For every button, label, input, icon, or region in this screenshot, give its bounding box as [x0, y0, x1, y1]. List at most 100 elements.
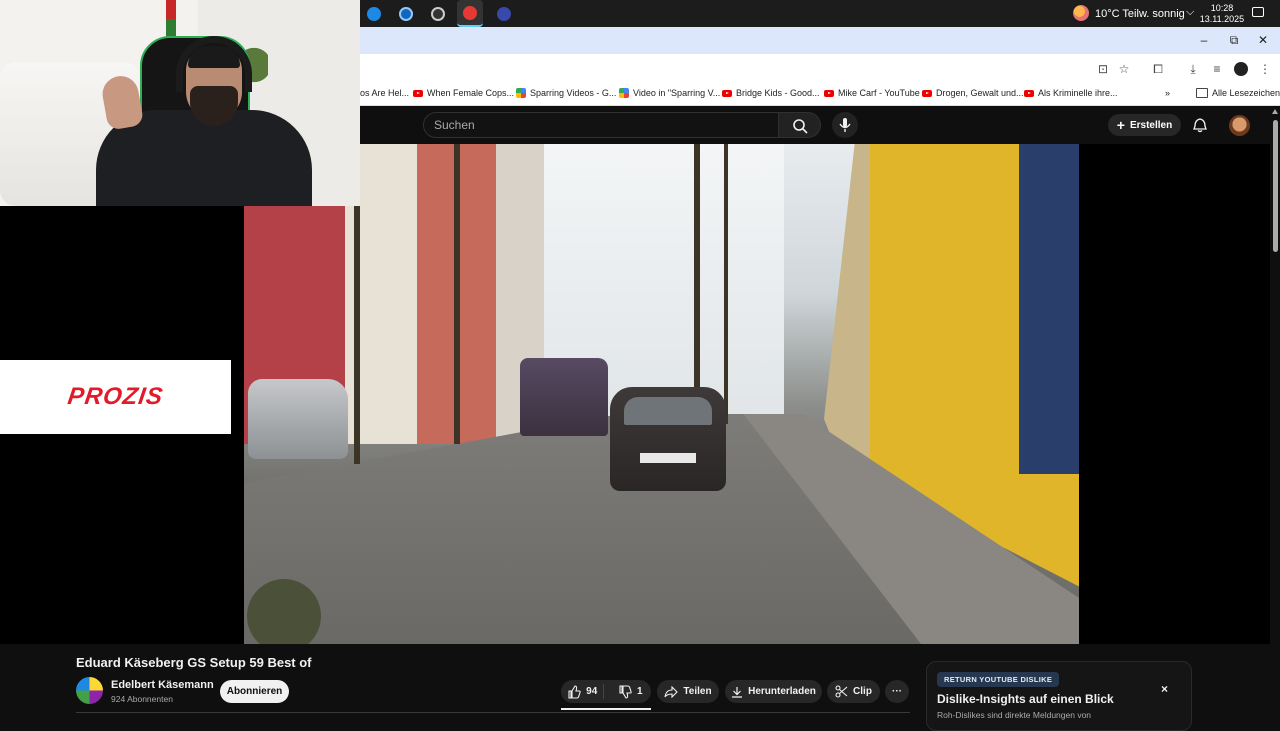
- bookmark-item[interactable]: Sparring Videos - G...: [516, 88, 616, 98]
- menu-icon[interactable]: ⋮: [1258, 62, 1272, 76]
- video-frame[interactable]: [244, 144, 1079, 644]
- sponsor-logo: PROZIS: [66, 383, 166, 410]
- youtube-header: Suchen + Erstellen: [360, 106, 1280, 144]
- return-youtube-dislike-panel: RETURN YOUTUBE DISLIKE Dislike-Insights …: [926, 661, 1192, 731]
- channel-name[interactable]: Edelbert Käsemann: [111, 679, 214, 691]
- bookmark-item[interactable]: Als Kriminelle ihre...: [1024, 88, 1118, 98]
- user-avatar[interactable]: [1229, 115, 1250, 136]
- bookmark-label: Mike Carf - YouTube: [838, 88, 920, 98]
- bookmarks-bar: os Are Hel... When Female Cops... Sparri…: [360, 84, 1280, 106]
- like-button[interactable]: 94: [561, 684, 605, 699]
- page-scrollbar[interactable]: [1270, 106, 1280, 720]
- youtube-icon: [722, 89, 732, 97]
- sponsor-logo-box: PROZIS: [0, 360, 231, 434]
- search-button[interactable]: [779, 112, 821, 138]
- channel-avatar[interactable]: [76, 677, 103, 704]
- more-actions-button[interactable]: ···: [885, 680, 909, 703]
- bookmarks-overflow-icon[interactable]: »: [1165, 88, 1170, 98]
- bookmark-item[interactable]: os Are Hel...: [360, 88, 409, 98]
- clip-button[interactable]: Clip: [827, 680, 880, 703]
- ccleaner-app-icon[interactable]: [396, 4, 416, 24]
- video-scene-bush: [244, 574, 344, 644]
- restore-icon[interactable]: ⧉: [1224, 32, 1244, 48]
- video-title: Eduard Käseberg GS Setup 59 Best of: [76, 655, 312, 670]
- dislike-button[interactable]: 1: [609, 684, 651, 699]
- youtube-icon: [922, 89, 932, 97]
- chevron-up-icon[interactable]: ⌵: [1186, 6, 1194, 19]
- browser-titlebar: – ⧉ ✕: [360, 27, 1280, 54]
- clock-time[interactable]: 10:28: [1205, 3, 1239, 13]
- ryd-badge: RETURN YOUTUBE DISLIKE: [937, 672, 1060, 687]
- weather-text[interactable]: 10°C Teilw. sonnig: [1095, 8, 1185, 20]
- bookmark-label: Video in "Sparring V...: [633, 88, 721, 98]
- pinwheel-icon: [516, 88, 526, 98]
- video-scene-tree: [724, 144, 728, 424]
- extensions-icon[interactable]: ⧠: [1151, 62, 1165, 76]
- create-button[interactable]: + Erstellen: [1108, 114, 1181, 136]
- bookmark-item[interactable]: Bridge Kids - Good...: [722, 88, 820, 98]
- download-button[interactable]: Herunterladen: [725, 680, 822, 703]
- speedometer-app-icon[interactable]: [428, 4, 448, 24]
- like-dislike-group: 94 1: [561, 680, 651, 703]
- like-count: 94: [586, 686, 598, 697]
- close-icon[interactable]: ✕: [1253, 32, 1273, 48]
- divider: [76, 712, 910, 713]
- bookmark-item[interactable]: Video in "Sparring V...: [619, 88, 720, 98]
- video-scene-window: [1019, 144, 1079, 474]
- video-scene-license-plate: [640, 453, 696, 463]
- bookmark-item[interactable]: Mike Carf - YouTube: [824, 88, 920, 98]
- create-label: Erstellen: [1129, 119, 1173, 131]
- profile-icon[interactable]: [1234, 62, 1248, 76]
- pinwheel-icon: [619, 88, 629, 98]
- media-icon[interactable]: ≡: [1210, 62, 1224, 76]
- voice-search-button[interactable]: [832, 112, 858, 138]
- microphone-icon: [839, 118, 851, 132]
- scissors-icon: [835, 685, 848, 698]
- all-bookmarks[interactable]: Alle Lesezeichen: [1196, 88, 1280, 98]
- subscribe-button[interactable]: Abonnieren: [220, 680, 289, 703]
- clock-date[interactable]: 13.11.2025: [1198, 14, 1246, 24]
- youtube-icon: [824, 89, 834, 97]
- bookmark-label: When Female Cops...: [427, 88, 515, 98]
- close-icon[interactable]: ×: [1161, 682, 1168, 696]
- star-icon[interactable]: ☆: [1117, 62, 1131, 76]
- taskmanager-app-icon[interactable]: [494, 4, 514, 24]
- video-scene-van: [520, 358, 608, 436]
- minimize-icon[interactable]: –: [1194, 32, 1214, 48]
- subscriber-count: 924 Abonnenten: [111, 694, 173, 704]
- bookmark-label: Als Kriminelle ihre...: [1038, 88, 1118, 98]
- video-scene-car-window: [624, 397, 712, 425]
- clip-label: Clip: [853, 686, 872, 697]
- edge-app-icon[interactable]: [364, 4, 384, 24]
- bell-icon[interactable]: [1192, 117, 1208, 133]
- video-scene-car: [610, 387, 726, 491]
- search-icon: [793, 119, 808, 134]
- video-scene-car: [248, 379, 348, 459]
- install-app-icon[interactable]: ⊡: [1096, 62, 1110, 76]
- scroll-thumb[interactable]: [1273, 120, 1278, 252]
- share-icon: [664, 685, 679, 698]
- plus-icon: +: [1116, 117, 1125, 133]
- like-ratio-bar: [561, 708, 651, 710]
- search-input[interactable]: Suchen: [423, 112, 779, 138]
- youtube-app-icon[interactable]: [457, 0, 483, 27]
- youtube-icon: [1024, 89, 1034, 97]
- download-icon[interactable]: ⤓: [1186, 62, 1200, 76]
- bookmark-label: Drogen, Gewalt und...: [936, 88, 1024, 98]
- thumbs-down-icon: [619, 684, 632, 699]
- webcam-overlay: [0, 0, 360, 206]
- bookmark-label: Bridge Kids - Good...: [736, 88, 820, 98]
- dislike-count: 1: [636, 686, 643, 697]
- bookmark-item[interactable]: When Female Cops...: [413, 88, 514, 98]
- scroll-up-icon[interactable]: [1272, 109, 1278, 114]
- thumbs-up-icon: [568, 684, 581, 699]
- bookmark-label: Sparring Videos - G...: [530, 88, 617, 98]
- notification-icon[interactable]: [1252, 7, 1264, 17]
- share-label: Teilen: [683, 686, 712, 697]
- weather-icon[interactable]: [1073, 5, 1089, 21]
- bookmark-item[interactable]: Drogen, Gewalt und...: [922, 88, 1024, 98]
- video-scene-tree: [454, 144, 460, 444]
- ryd-description: Roh-Dislikes sind direkte Meldungen von: [937, 710, 1092, 720]
- folder-icon: [1196, 88, 1208, 98]
- share-button[interactable]: Teilen: [657, 680, 719, 703]
